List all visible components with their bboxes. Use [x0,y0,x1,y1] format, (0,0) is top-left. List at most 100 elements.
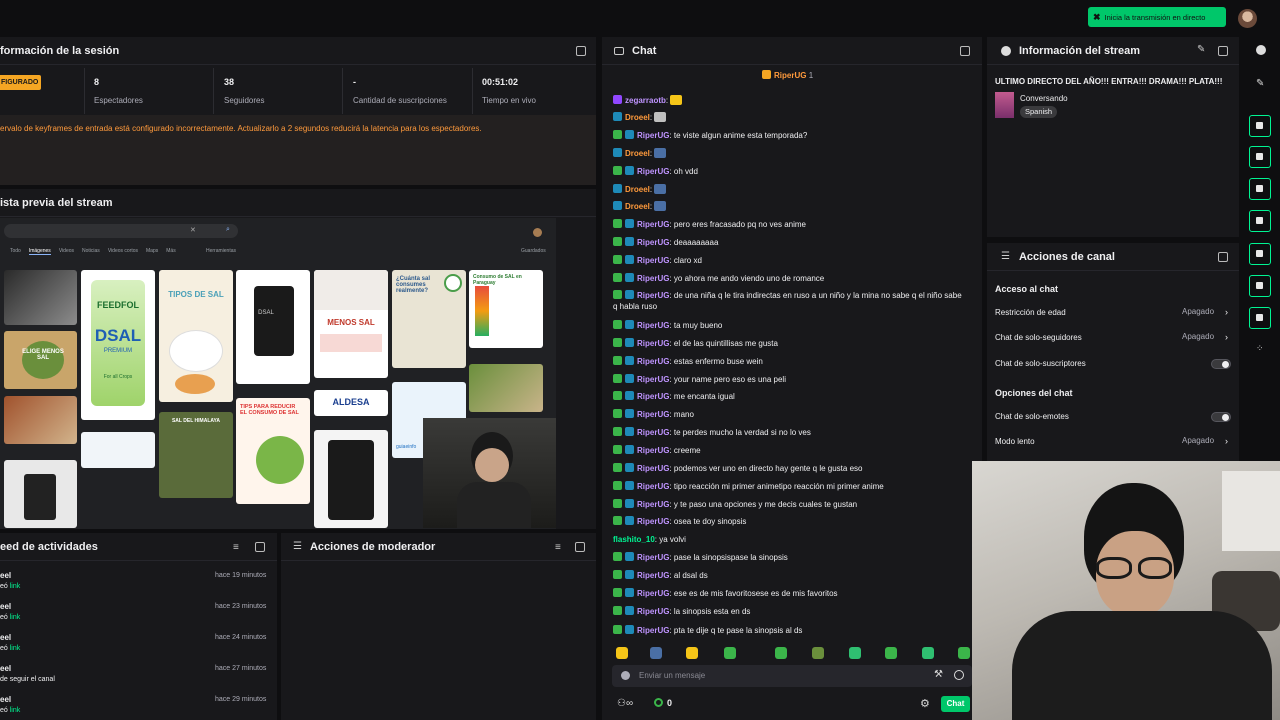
chat-message[interactable]: RiperUG: mano [613,409,968,420]
blue-badge-icon[interactable] [613,148,622,157]
blue-badge-icon[interactable] [625,255,634,264]
chat-username[interactable]: RiperUG [637,392,669,401]
edit-icon[interactable]: ✎ [1197,44,1205,55]
chat-username[interactable]: Droeel [625,113,650,122]
green-badge-icon[interactable] [613,219,622,228]
followers-only-row[interactable]: Chat de solo-seguidores Apagado › [995,332,1231,346]
emote-icon[interactable] [849,647,861,659]
green-badge-icon[interactable] [613,445,622,454]
chat-input[interactable]: Enviar un mensaje ⚒ [612,665,972,687]
chat-username[interactable]: RiperUG [637,482,669,491]
chat-message[interactable]: RiperUG: pero eres fracasado pq no ves a… [613,219,968,230]
emote-icon[interactable] [958,647,970,659]
chat-message[interactable]: RiperUG: podemos ver uno en directo hay … [613,463,968,474]
purple-badge-icon[interactable] [613,95,622,104]
green-badge-icon[interactable] [613,606,622,615]
green-badge-icon[interactable] [613,570,622,579]
chat-message[interactable]: RiperUG: pta te dije q te pase la sinops… [613,625,968,636]
chat-username[interactable]: RiperUG [637,607,669,616]
apps-icon[interactable]: ⁘ [1256,343,1264,354]
green-badge-icon[interactable] [613,374,622,383]
chat-username[interactable]: RiperUG [637,256,669,265]
pencil-icon[interactable]: ✎ [1256,78,1264,89]
chat-send-button[interactable]: Chat [941,696,970,712]
rail-quick-action-4[interactable] [1249,210,1271,232]
chat-message[interactable]: zegarraotb: [613,95,968,106]
chat-username[interactable]: RiperUG [637,238,669,247]
blue-badge-icon[interactable] [625,166,634,175]
chat-message[interactable]: RiperUG: te viste algun anime esta tempo… [613,130,968,141]
green-badge-icon[interactable] [613,588,622,597]
blue-badge-icon[interactable] [625,625,634,634]
chat-username[interactable]: RiperUG [637,220,669,229]
blue-badge-icon[interactable] [625,320,634,329]
popout-icon[interactable] [960,46,970,56]
rail-quick-action-1[interactable] [1249,115,1271,137]
green-badge-icon[interactable] [613,481,622,490]
chat-settings-icon[interactable]: ⚙ [920,697,930,710]
green-badge-icon[interactable] [613,320,622,329]
rail-quick-action-2[interactable] [1249,146,1271,168]
rail-quick-action-7[interactable] [1249,307,1271,329]
rail-quick-action-5[interactable] [1249,243,1271,265]
blue-badge-icon[interactable] [625,499,634,508]
chat-username[interactable]: RiperUG [637,167,669,176]
activity-item[interactable]: eel hace 19 minutos eó link [0,569,277,597]
chat-username[interactable]: RiperUG [637,357,669,366]
chat-message[interactable]: RiperUG: el de las quintillisas me gusta [613,338,968,349]
chat-username[interactable]: RiperUG [637,517,669,526]
chat-message[interactable]: RiperUG: la sinopsis esta en ds [613,606,968,617]
blue-badge-icon[interactable] [625,588,634,597]
blue-badge-icon[interactable] [625,445,634,454]
blue-badge-icon[interactable] [625,391,634,400]
green-badge-icon[interactable] [613,356,622,365]
green-badge-icon[interactable] [613,255,622,264]
blue-badge-icon[interactable] [625,290,634,299]
channel-points[interactable]: 0 [654,698,672,708]
blue-badge-icon[interactable] [613,184,622,193]
green-badge-icon[interactable] [613,166,622,175]
chat-message[interactable]: Droeel: [613,201,968,212]
chat-message[interactable]: flashito_10: ya volvi [613,534,968,545]
green-badge-icon[interactable] [613,499,622,508]
chat-username[interactable]: RiperUG [637,131,669,140]
green-badge-icon[interactable] [613,516,622,525]
activity-item[interactable]: eel hace 27 minutos de seguir el canal [0,662,277,690]
filter-icon[interactable]: ≡ [555,542,561,553]
green-badge-icon[interactable] [613,130,622,139]
blue-badge-icon[interactable] [625,570,634,579]
activity-item[interactable]: eel hace 24 minutos eó link [0,631,277,659]
chat-username[interactable]: RiperUG [637,464,669,473]
emote-picker-icon[interactable] [954,670,964,680]
category-name[interactable]: Conversando [1020,94,1068,103]
chat-username[interactable]: RiperUG [637,410,669,419]
chat-username[interactable]: flashito_10 [613,535,655,544]
blue-badge-icon[interactable] [613,201,622,210]
popout-icon[interactable] [576,46,586,56]
popout-icon[interactable] [575,542,585,552]
blue-badge-icon[interactable] [625,409,634,418]
blue-badge-icon[interactable] [625,237,634,246]
green-badge-icon[interactable] [613,237,622,246]
chat-message[interactable]: RiperUG: y te paso una opciones y me dec… [613,499,968,510]
popout-icon[interactable] [1218,252,1228,262]
chat-username[interactable]: RiperUG [637,571,669,580]
green-badge-icon[interactable] [613,625,622,634]
blue-badge-icon[interactable] [613,112,622,121]
blue-badge-icon[interactable] [625,606,634,615]
blue-badge-icon[interactable] [625,427,634,436]
emote-icon[interactable] [686,647,698,659]
green-badge-icon[interactable] [613,409,622,418]
blue-badge-icon[interactable] [625,463,634,472]
activity-item[interactable]: eel hace 23 minutos eó link [0,600,277,628]
blue-badge-icon[interactable] [625,130,634,139]
chat-message[interactable]: RiperUG: your name pero eso es una peli [613,374,968,385]
bits-icon[interactable]: ⚒ [934,669,943,680]
chat-message[interactable]: RiperUG: me encanta igual [613,391,968,402]
chat-username[interactable]: RiperUG [637,375,669,384]
chat-username[interactable]: RiperUG [637,589,669,598]
chat-message[interactable]: RiperUG: ta muy bueno [613,320,968,331]
chat-username[interactable]: RiperUG [637,428,669,437]
green-badge-icon[interactable] [613,427,622,436]
chat-username[interactable]: RiperUG [637,291,669,300]
